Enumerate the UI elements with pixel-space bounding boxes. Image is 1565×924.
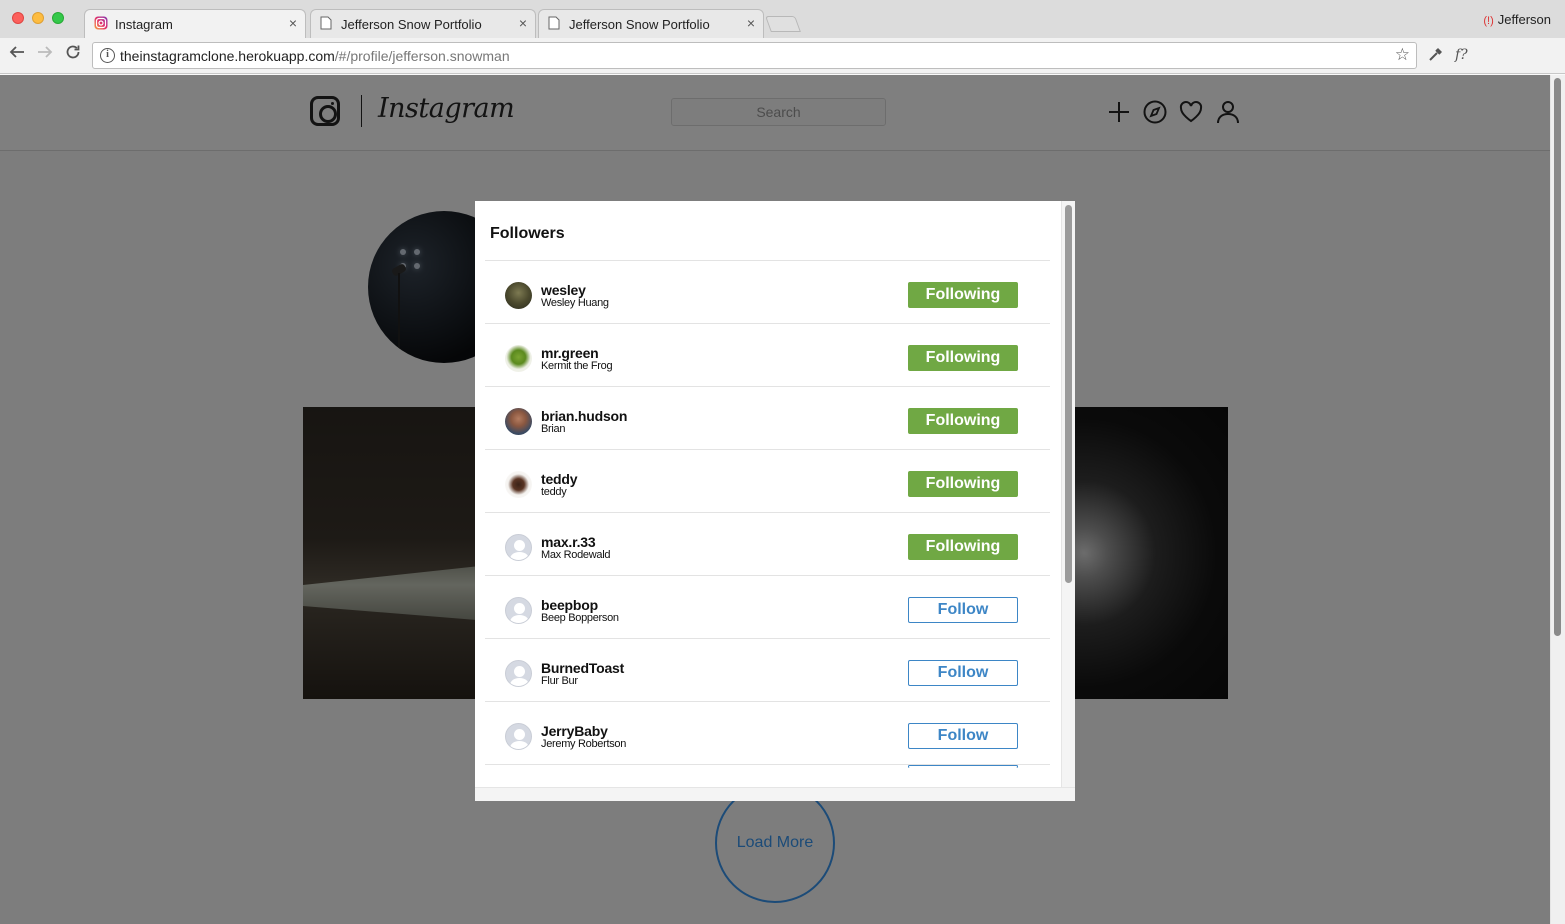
follower-row: beepbop Beep Bopperson Follow [485, 576, 1050, 639]
browser-profile-button[interactable]: (!) Jefferson [1483, 12, 1551, 27]
follow-button[interactable]: Follow [908, 597, 1018, 623]
back-arrow-icon[interactable] [6, 44, 28, 65]
url-text: theinstagramclone.herokuapp.com/#/profil… [120, 48, 510, 64]
follower-fullname: Max Rodewald [541, 549, 611, 561]
follower-avatar[interactable] [505, 282, 532, 309]
follower-fullname: Wesley Huang [541, 297, 609, 309]
url-path: /#/profile/jefferson.snowman [334, 48, 510, 64]
tab-title: Instagram [115, 16, 173, 32]
follower-username[interactable]: brian.hudson [541, 408, 627, 424]
follower-username[interactable]: teddy [541, 471, 578, 487]
follow-button[interactable]: Follow [908, 723, 1018, 749]
web-page: Instagram Search Load More Followers [0, 75, 1550, 924]
modal-title: Followers [490, 225, 565, 242]
follower-avatar[interactable] [505, 471, 532, 498]
following-button[interactable]: Following [908, 345, 1018, 371]
tab-title: Jefferson Snow Portfolio [569, 16, 710, 32]
font-inspector-icon[interactable]: f? [1455, 47, 1468, 63]
follower-username[interactable]: BurnedToast [541, 660, 624, 676]
follow-button-partial[interactable] [908, 765, 1018, 768]
follower-row-partial [485, 765, 1050, 787]
following-button[interactable]: Following [908, 282, 1018, 308]
follower-username[interactable]: mr.green [541, 345, 599, 361]
modal-horizontal-scrollbar[interactable] [475, 787, 1075, 801]
document-icon [548, 16, 562, 31]
follower-row: mr.green Kermit the Frog Following [485, 324, 1050, 387]
page-scrollbar-thumb[interactable] [1554, 78, 1561, 636]
tab-close-icon[interactable]: × [289, 15, 297, 31]
follower-row: BurnedToast Flur Bur Follow [485, 639, 1050, 702]
maximize-window-button[interactable] [52, 12, 64, 24]
following-button[interactable]: Following [908, 408, 1018, 434]
default-avatar-icon[interactable] [505, 723, 532, 750]
new-tab-button[interactable] [765, 16, 801, 32]
follow-button[interactable]: Follow [908, 660, 1018, 686]
default-avatar-icon[interactable] [505, 660, 532, 687]
eyedropper-icon[interactable] [1427, 47, 1443, 66]
info-icon[interactable]: i [100, 48, 115, 63]
default-avatar-icon[interactable] [505, 597, 532, 624]
browser-tab-instagram[interactable]: Instagram × [84, 9, 306, 38]
follower-username[interactable]: max.r.33 [541, 534, 596, 550]
instagram-favicon-icon [94, 16, 108, 31]
followers-list-scroll-area[interactable]: Followers wesley Wesley Huang Following … [475, 201, 1061, 787]
browser-tab-portfolio-1[interactable]: Jefferson Snow Portfolio × [310, 9, 536, 38]
follower-fullname: Kermit the Frog [541, 360, 613, 372]
close-window-button[interactable] [12, 12, 24, 24]
document-icon [320, 16, 334, 31]
profile-icon: (!) [1483, 15, 1494, 27]
follower-fullname: teddy [541, 486, 567, 498]
follower-row: brian.hudson Brian Following [485, 387, 1050, 450]
follower-row: max.r.33 Max Rodewald Following [485, 513, 1050, 576]
follower-fullname: Jeremy Robertson [541, 738, 627, 750]
follower-username[interactable]: wesley [541, 282, 586, 298]
tab-title: Jefferson Snow Portfolio [341, 16, 482, 32]
browser-tab-bar: Instagram × Jefferson Snow Portfolio × J… [0, 0, 1565, 38]
follower-row: teddy teddy Following [485, 450, 1050, 513]
tab-close-icon[interactable]: × [747, 15, 755, 31]
browser-tab-portfolio-2[interactable]: Jefferson Snow Portfolio × [538, 9, 764, 38]
default-avatar-icon[interactable] [505, 534, 532, 561]
reload-icon[interactable] [62, 44, 84, 65]
modal-scrollbar-thumb[interactable] [1065, 205, 1072, 583]
minimize-window-button[interactable] [32, 12, 44, 24]
tab-close-icon[interactable]: × [519, 15, 527, 31]
profile-name-label: Jefferson [1497, 12, 1551, 27]
following-button[interactable]: Following [908, 534, 1018, 560]
follower-username[interactable]: JerryBaby [541, 723, 608, 739]
follower-row: wesley Wesley Huang Following [485, 261, 1050, 324]
address-bar[interactable]: i theinstagramclone.herokuapp.com/#/prof… [92, 42, 1417, 69]
follower-row: JerryBaby Jeremy Robertson Follow [485, 702, 1050, 765]
following-button[interactable]: Following [908, 471, 1018, 497]
followers-modal: Followers wesley Wesley Huang Following … [475, 201, 1075, 801]
follower-username[interactable]: beepbop [541, 597, 598, 613]
follower-avatar[interactable] [505, 408, 532, 435]
follower-fullname: Flur Bur [541, 675, 578, 687]
bookmark-star-icon[interactable]: ☆ [1395, 45, 1410, 65]
url-host: theinstagramclone.herokuapp.com [120, 48, 335, 64]
follower-fullname: Beep Bopperson [541, 612, 619, 624]
follower-avatar[interactable] [505, 345, 532, 372]
follower-fullname: Brian [541, 423, 566, 435]
forward-arrow-icon[interactable] [34, 44, 56, 65]
browser-toolbar: i theinstagramclone.herokuapp.com/#/prof… [0, 38, 1565, 102]
